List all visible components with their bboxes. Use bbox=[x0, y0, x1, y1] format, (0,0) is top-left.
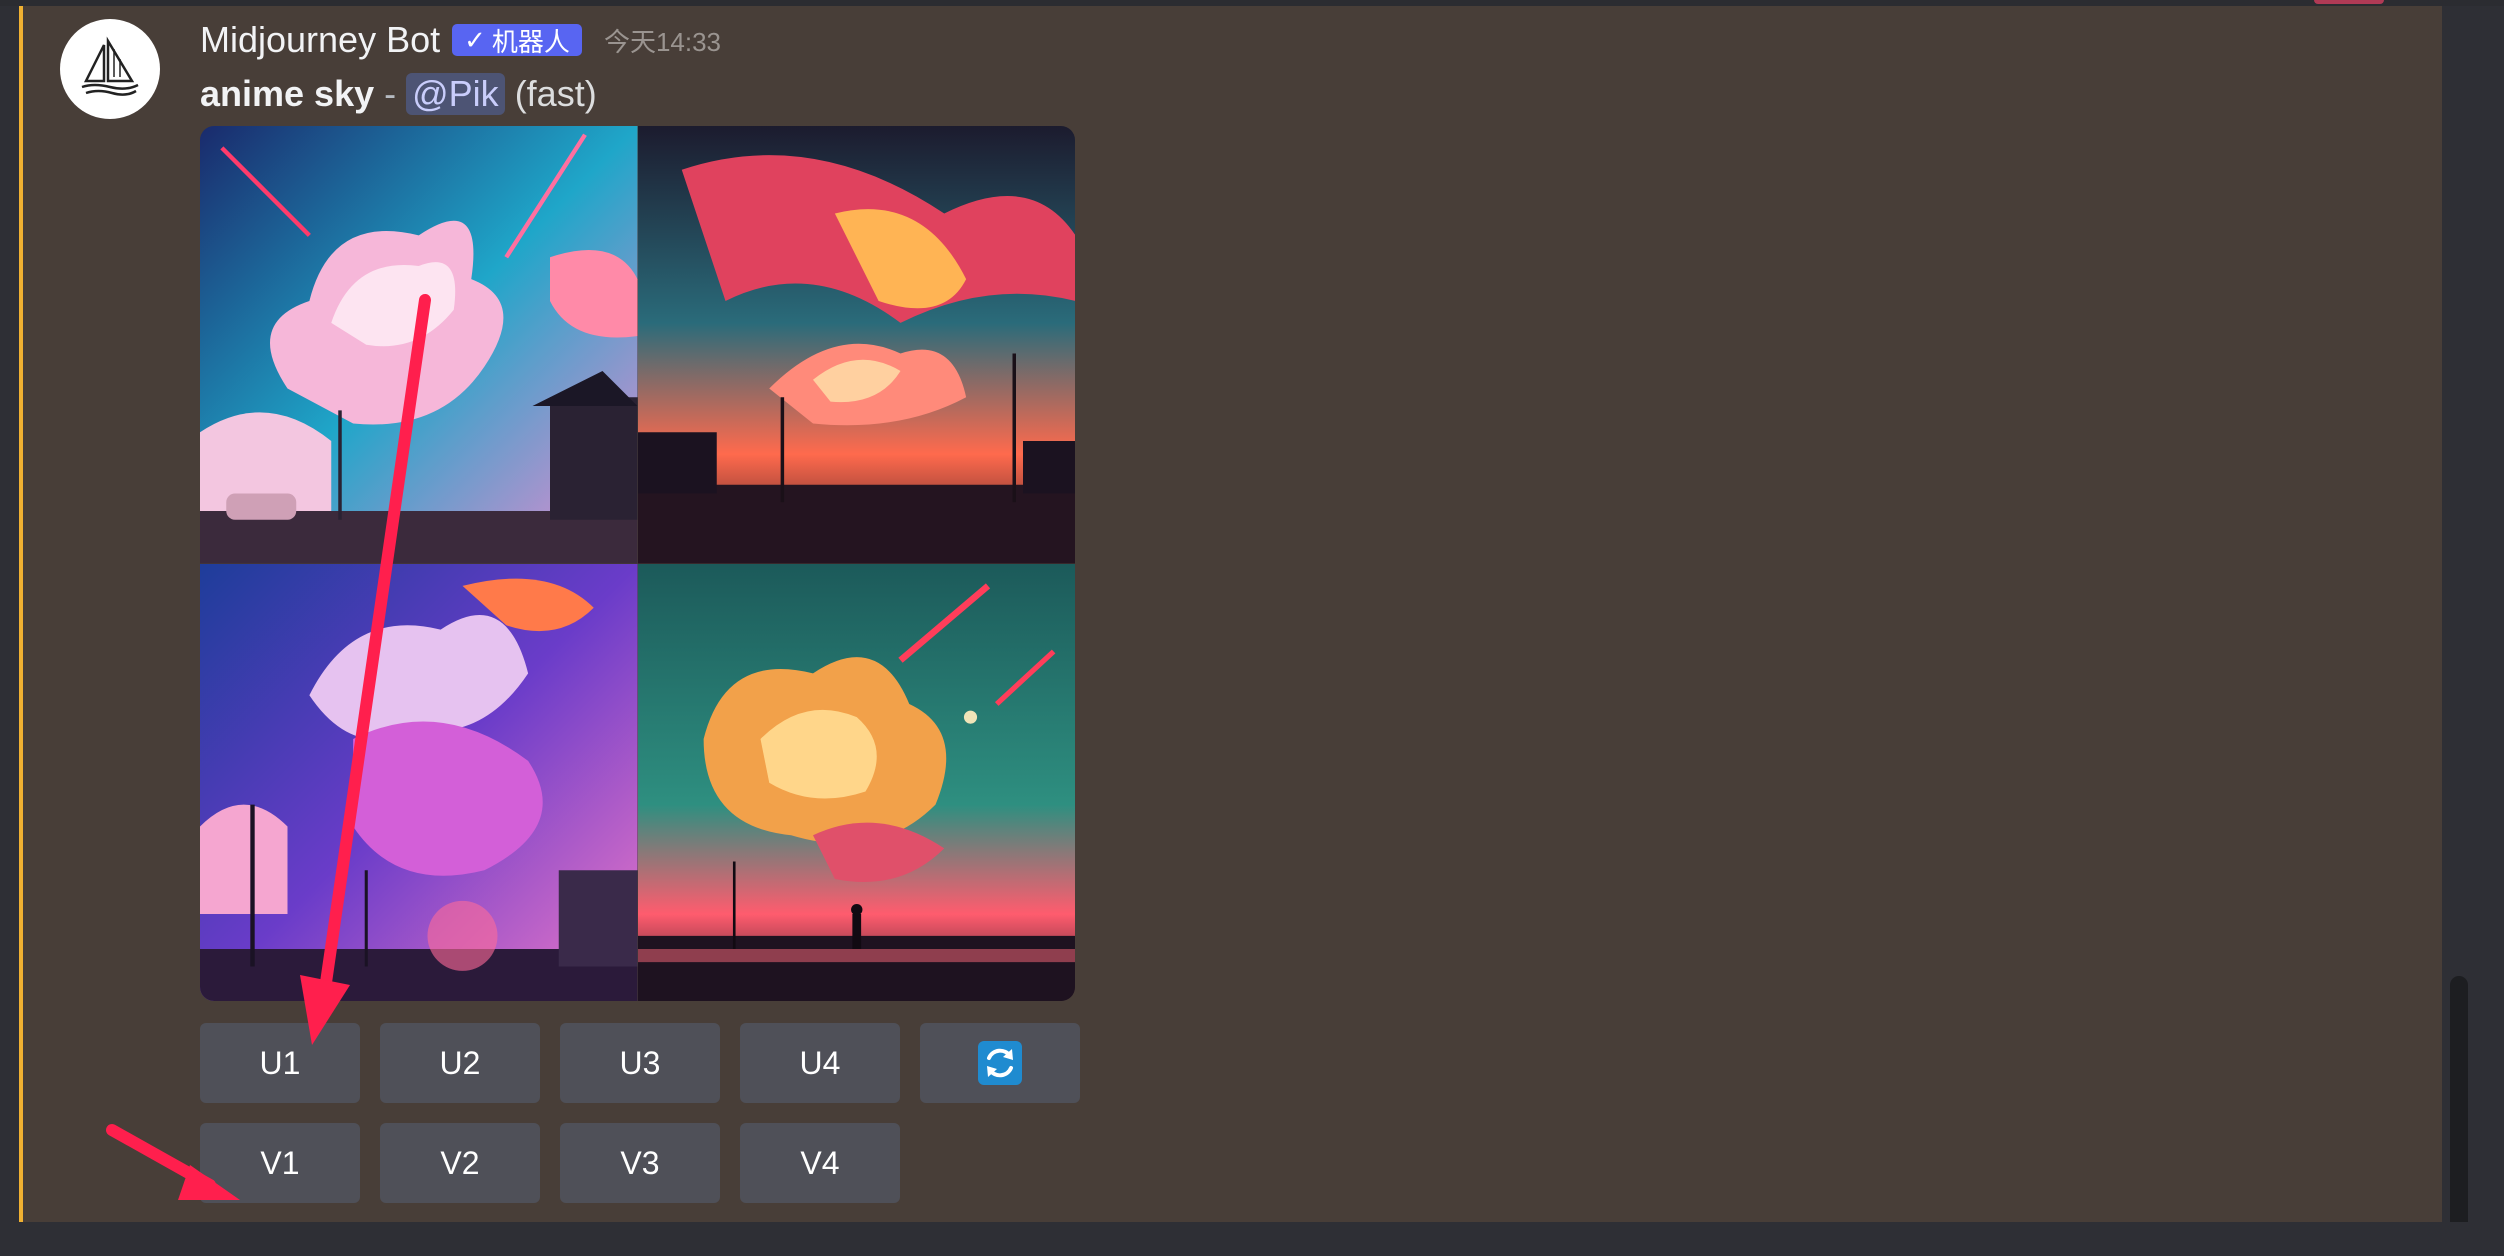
variation-button-4[interactable]: V4 bbox=[740, 1123, 900, 1203]
reroll-button[interactable] bbox=[920, 1023, 1080, 1103]
image-tile-1[interactable] bbox=[200, 126, 638, 564]
variation-button-1[interactable]: V1 bbox=[200, 1123, 360, 1203]
image-tile-2[interactable] bbox=[637, 126, 1075, 564]
top-bar-accent bbox=[2314, 0, 2384, 4]
upscale-button-3[interactable]: U3 bbox=[560, 1023, 720, 1103]
message-header: Midjourney Bot ✓ 机器人 今天14:33 bbox=[200, 16, 721, 64]
user-mention[interactable]: @Pik bbox=[406, 73, 505, 115]
avatar[interactable] bbox=[60, 19, 160, 119]
bottom-strip bbox=[0, 1222, 2504, 1256]
refresh-icon bbox=[978, 1041, 1022, 1085]
anime-sky-image-3 bbox=[200, 563, 638, 1001]
upscale-button-4[interactable]: U4 bbox=[740, 1023, 900, 1103]
anime-sky-image-4 bbox=[637, 563, 1075, 1001]
variation-button-3[interactable]: V3 bbox=[560, 1123, 720, 1203]
image-tile-4[interactable] bbox=[637, 563, 1075, 1001]
prompt-text: anime sky bbox=[200, 73, 375, 114]
bot-badge-label: 机器人 bbox=[491, 26, 570, 57]
separator: - bbox=[384, 73, 397, 114]
upscale-button-2[interactable]: U2 bbox=[380, 1023, 540, 1103]
timestamp: 今天14:33 bbox=[603, 26, 722, 57]
image-grid[interactable] bbox=[200, 126, 1075, 1001]
anime-sky-image-1 bbox=[200, 126, 638, 564]
scrollbar-thumb[interactable] bbox=[2450, 976, 2468, 1256]
author-name[interactable]: Midjourney Bot bbox=[200, 19, 440, 61]
sailboat-icon bbox=[81, 36, 139, 96]
anime-sky-image-2 bbox=[637, 126, 1075, 564]
upscale-button-1[interactable]: U1 bbox=[200, 1023, 360, 1103]
variation-button-2[interactable]: V2 bbox=[380, 1123, 540, 1203]
speed-label: (fast) bbox=[514, 73, 597, 114]
message-content: anime sky - @Pik (fast) bbox=[200, 68, 597, 120]
image-tile-3[interactable] bbox=[200, 563, 638, 1001]
checkmark-icon: ✓ bbox=[464, 24, 486, 55]
bot-badge: ✓ 机器人 bbox=[452, 24, 582, 57]
